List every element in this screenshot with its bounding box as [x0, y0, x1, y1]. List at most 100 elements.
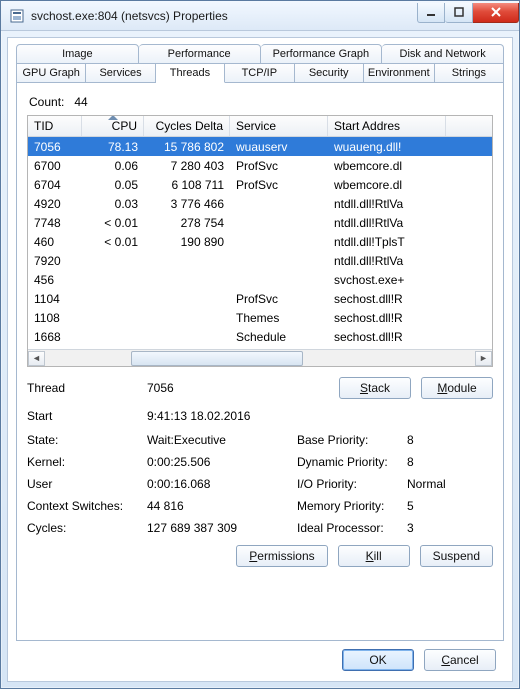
- cell-cyc: 190 890: [144, 232, 230, 252]
- cell-tid: 1108: [28, 308, 82, 328]
- tab-performance-graph[interactable]: Performance Graph: [261, 44, 383, 64]
- scroll-left-icon[interactable]: ◄: [28, 351, 45, 366]
- table-row[interactable]: 67040.056 108 711ProfSvcwbemcore.dl: [28, 175, 492, 194]
- table-row[interactable]: 1668Schedulesechost.dll!R: [28, 327, 492, 346]
- dynpri-value: 8: [407, 455, 467, 469]
- stack-button[interactable]: Stack: [339, 377, 411, 399]
- mempri-value: 5: [407, 499, 467, 513]
- iopri-value: Normal: [407, 477, 467, 491]
- table-row[interactable]: 1108Themessechost.dll!R: [28, 308, 492, 327]
- cell-tid: 7056: [28, 137, 82, 157]
- ctxsw-value: 44 816: [147, 499, 297, 513]
- tab-gpu-graph[interactable]: GPU Graph: [16, 64, 86, 83]
- tab-security[interactable]: Security: [295, 64, 364, 83]
- idealproc-value: 3: [407, 521, 467, 535]
- count-value: 44: [74, 95, 87, 109]
- cancel-button[interactable]: Cancel: [424, 649, 496, 671]
- tabs-row-2: GPU Graph Services Threads TCP/IP Securi…: [16, 64, 504, 83]
- idealproc-label: Ideal Processor:: [297, 521, 407, 535]
- cell-cyc: [144, 296, 230, 302]
- tab-services[interactable]: Services: [86, 64, 155, 83]
- threads-panel: Count: 44 TID CPU Cycles Delta Service S…: [16, 83, 504, 641]
- table-row[interactable]: 460< 0.01190 890ntdll.dll!TplsT: [28, 232, 492, 251]
- cell-addr: ntdll.dll!TplsT: [328, 232, 446, 252]
- table-row[interactable]: 7748< 0.01278 754ntdll.dll!RtlVa: [28, 213, 492, 232]
- ctxsw-label: Context Switches:: [27, 499, 147, 513]
- table-row[interactable]: 67000.067 280 403ProfSvcwbemcore.dl: [28, 156, 492, 175]
- tab-environment[interactable]: Environment: [364, 64, 435, 83]
- tab-threads[interactable]: Threads: [156, 64, 225, 83]
- basepri-value: 8: [407, 433, 467, 447]
- kernel-value: 0:00:25.506: [147, 455, 297, 469]
- tab-strings[interactable]: Strings: [435, 64, 504, 83]
- cell-cpu: 0.03: [82, 194, 144, 214]
- horizontal-scrollbar[interactable]: ◄ ►: [28, 349, 492, 366]
- cell-addr: ntdll.dll!RtlVa: [328, 194, 446, 214]
- col-cpu[interactable]: CPU: [82, 116, 144, 136]
- cell-cyc: [144, 315, 230, 321]
- cycles-label: Cycles:: [27, 521, 147, 535]
- cell-tid: 456: [28, 270, 82, 290]
- titlebar[interactable]: svchost.exe:804 (netsvcs) Properties: [1, 1, 519, 31]
- tab-disk-network[interactable]: Disk and Network: [382, 44, 504, 64]
- cell-cyc: [144, 258, 230, 264]
- grid-body[interactable]: 705678.1315 786 802wuauservwuaueng.dll!6…: [28, 137, 492, 349]
- cell-tid: 6700: [28, 156, 82, 176]
- cell-cpu: < 0.01: [82, 213, 144, 233]
- count-label: Count:: [29, 95, 64, 109]
- cell-tid: 4920: [28, 194, 82, 214]
- cell-cpu: [82, 334, 144, 340]
- tabs-row-1: Image Performance Performance Graph Disk…: [16, 44, 504, 64]
- scroll-thumb[interactable]: [131, 351, 303, 366]
- cell-addr: ntdll.dll!RtlVa: [328, 251, 446, 271]
- module-button[interactable]: Module: [421, 377, 493, 399]
- app-icon: [9, 8, 25, 24]
- client-area: Image Performance Performance Graph Disk…: [7, 37, 513, 682]
- scroll-right-icon[interactable]: ►: [475, 351, 492, 366]
- tab-image[interactable]: Image: [16, 44, 139, 64]
- table-row[interactable]: 49200.033 776 466 ntdll.dll!RtlVa: [28, 194, 492, 213]
- close-button[interactable]: [473, 3, 519, 23]
- cell-addr: svchost.exe+: [328, 270, 446, 290]
- kill-button[interactable]: Kill: [338, 545, 410, 567]
- cell-tid: 1668: [28, 327, 82, 347]
- cell-cyc: [144, 277, 230, 283]
- window-frame: svchost.exe:804 (netsvcs) Properties Ima…: [0, 0, 520, 689]
- start-value: 9:41:13 18.02.2016: [147, 409, 250, 423]
- col-tid[interactable]: TID: [28, 116, 82, 136]
- cell-tid: 1104: [28, 289, 82, 309]
- threads-grid[interactable]: TID CPU Cycles Delta Service Start Addre…: [27, 115, 493, 367]
- cell-cyc: 6 108 711: [144, 175, 230, 195]
- cycles-value: 127 689 387 309: [147, 521, 297, 535]
- minimize-button[interactable]: [417, 3, 445, 23]
- cell-cyc: [144, 334, 230, 340]
- basepri-label: Base Priority:: [297, 433, 407, 447]
- table-row[interactable]: 7920ntdll.dll!RtlVa: [28, 251, 492, 270]
- window-title: svchost.exe:804 (netsvcs) Properties: [31, 9, 417, 23]
- col-service[interactable]: Service: [230, 116, 328, 136]
- table-row[interactable]: 456 svchost.exe+: [28, 270, 492, 289]
- tab-tcpip[interactable]: TCP/IP: [225, 64, 294, 83]
- thread-count: Count: 44: [29, 95, 493, 109]
- col-start-address[interactable]: Start Addres: [328, 116, 446, 136]
- cell-svc: [230, 277, 328, 283]
- cell-svc: Schedule: [230, 327, 328, 347]
- thread-label: Thread: [27, 381, 147, 395]
- ok-button[interactable]: OK: [342, 649, 414, 671]
- cell-addr: ntdll.dll!RtlVa: [328, 213, 446, 233]
- cell-cpu: < 0.01: [82, 232, 144, 252]
- table-row[interactable]: 705678.1315 786 802wuauservwuaueng.dll!: [28, 137, 492, 156]
- tab-performance[interactable]: Performance: [139, 44, 261, 64]
- suspend-button[interactable]: Suspend: [420, 545, 493, 567]
- cell-addr: sechost.dll!R: [328, 289, 446, 309]
- col-cycles[interactable]: Cycles Delta: [144, 116, 230, 136]
- grid-header: TID CPU Cycles Delta Service Start Addre…: [28, 116, 492, 137]
- cell-cyc: 3 776 466: [144, 194, 230, 214]
- dynpri-label: Dynamic Priority:: [297, 455, 407, 469]
- maximize-button[interactable]: [445, 3, 473, 23]
- cell-cyc: 15 786 802: [144, 137, 230, 157]
- cell-addr: wbemcore.dl: [328, 175, 446, 195]
- scroll-track[interactable]: [45, 351, 475, 366]
- permissions-button[interactable]: Permissions: [236, 545, 327, 567]
- table-row[interactable]: 1104ProfSvcsechost.dll!R: [28, 289, 492, 308]
